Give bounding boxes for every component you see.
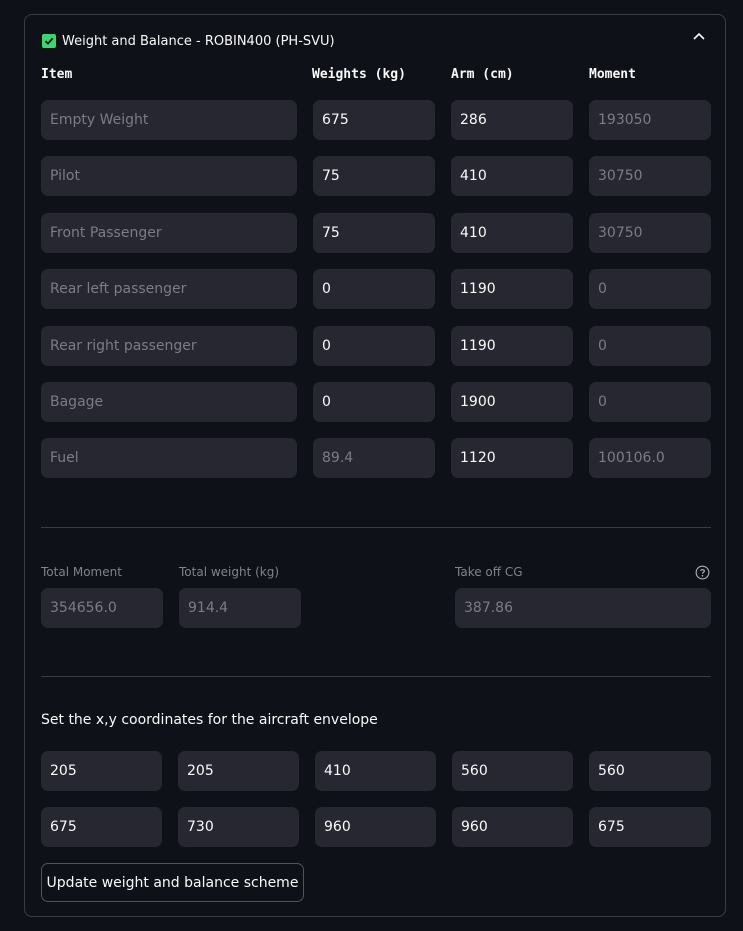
envelope-y-input[interactable]: 675 — [41, 807, 162, 847]
moment-field: 0 — [589, 326, 711, 366]
chevron-up-icon[interactable] — [691, 29, 707, 45]
takeoff-cg-label: Take off CG — [455, 565, 523, 579]
envelope-x-input[interactable]: 410 — [315, 751, 436, 791]
item-field: Rear right passenger — [41, 326, 297, 366]
envelope-y-input[interactable]: 730 — [178, 807, 299, 847]
item-field: Rear left passenger — [41, 269, 297, 309]
envelope-x-input[interactable]: 205 — [178, 751, 299, 791]
divider — [41, 676, 711, 677]
help-icon[interactable] — [695, 565, 710, 580]
item-field: Front Passenger — [41, 213, 297, 253]
update-scheme-button[interactable]: Update weight and balance scheme — [41, 863, 304, 902]
arm-input[interactable]: 1900 — [451, 382, 573, 422]
item-field: Bagage — [41, 382, 297, 422]
column-header-arm: Arm (cm) — [451, 67, 514, 82]
moment-field: 193050 — [589, 100, 711, 140]
item-field: Pilot — [41, 156, 297, 196]
arm-input[interactable]: 286 — [451, 100, 573, 140]
item-field: Fuel — [41, 438, 297, 478]
envelope-x-input[interactable]: 205 — [41, 751, 162, 791]
moment-field: 0 — [589, 382, 711, 422]
divider — [41, 527, 711, 528]
arm-input[interactable]: 1120 — [451, 438, 573, 478]
column-header-item: Item — [41, 67, 73, 82]
envelope-x-input[interactable]: 560 — [452, 751, 573, 791]
envelope-section-title: Set the x,y coordinates for the aircraft… — [41, 712, 378, 728]
moment-field: 0 — [589, 269, 711, 309]
total-weight-label: Total weight (kg) — [179, 565, 280, 579]
total-weight-field: 914.4 — [179, 588, 301, 628]
weight-input[interactable]: 675 — [313, 100, 435, 140]
check-icon — [42, 34, 56, 48]
envelope-y-input[interactable]: 960 — [452, 807, 573, 847]
expander-title: Weight and Balance - ROBIN400 (PH-SVU) — [62, 33, 335, 49]
moment-field: 30750 — [589, 213, 711, 253]
arm-input[interactable]: 1190 — [451, 269, 573, 309]
takeoff-cg-field: 387.86 — [455, 588, 711, 628]
expander-header[interactable]: Weight and Balance - ROBIN400 (PH-SVU) — [42, 32, 335, 50]
weight-input[interactable]: 0 — [313, 382, 435, 422]
weight-input[interactable]: 0 — [313, 326, 435, 366]
column-header-moment: Moment — [589, 67, 636, 82]
total-moment-field: 354656.0 — [41, 588, 163, 628]
envelope-x-input[interactable]: 560 — [589, 751, 711, 791]
envelope-y-input[interactable]: 675 — [589, 807, 711, 847]
arm-input[interactable]: 410 — [451, 213, 573, 253]
arm-input[interactable]: 1190 — [451, 326, 573, 366]
total-moment-label: Total Moment — [41, 565, 122, 579]
column-header-weights: Weights (kg) — [312, 67, 406, 82]
moment-field: 100106.0 — [589, 438, 711, 478]
weight-input[interactable]: 75 — [313, 156, 435, 196]
item-field: Empty Weight — [41, 100, 297, 140]
fuel-weight-field: 89.4 — [313, 438, 435, 478]
arm-input[interactable]: 410 — [451, 156, 573, 196]
weight-input[interactable]: 0 — [313, 269, 435, 309]
moment-field: 30750 — [589, 156, 711, 196]
envelope-y-input[interactable]: 960 — [315, 807, 436, 847]
weight-input[interactable]: 75 — [313, 213, 435, 253]
